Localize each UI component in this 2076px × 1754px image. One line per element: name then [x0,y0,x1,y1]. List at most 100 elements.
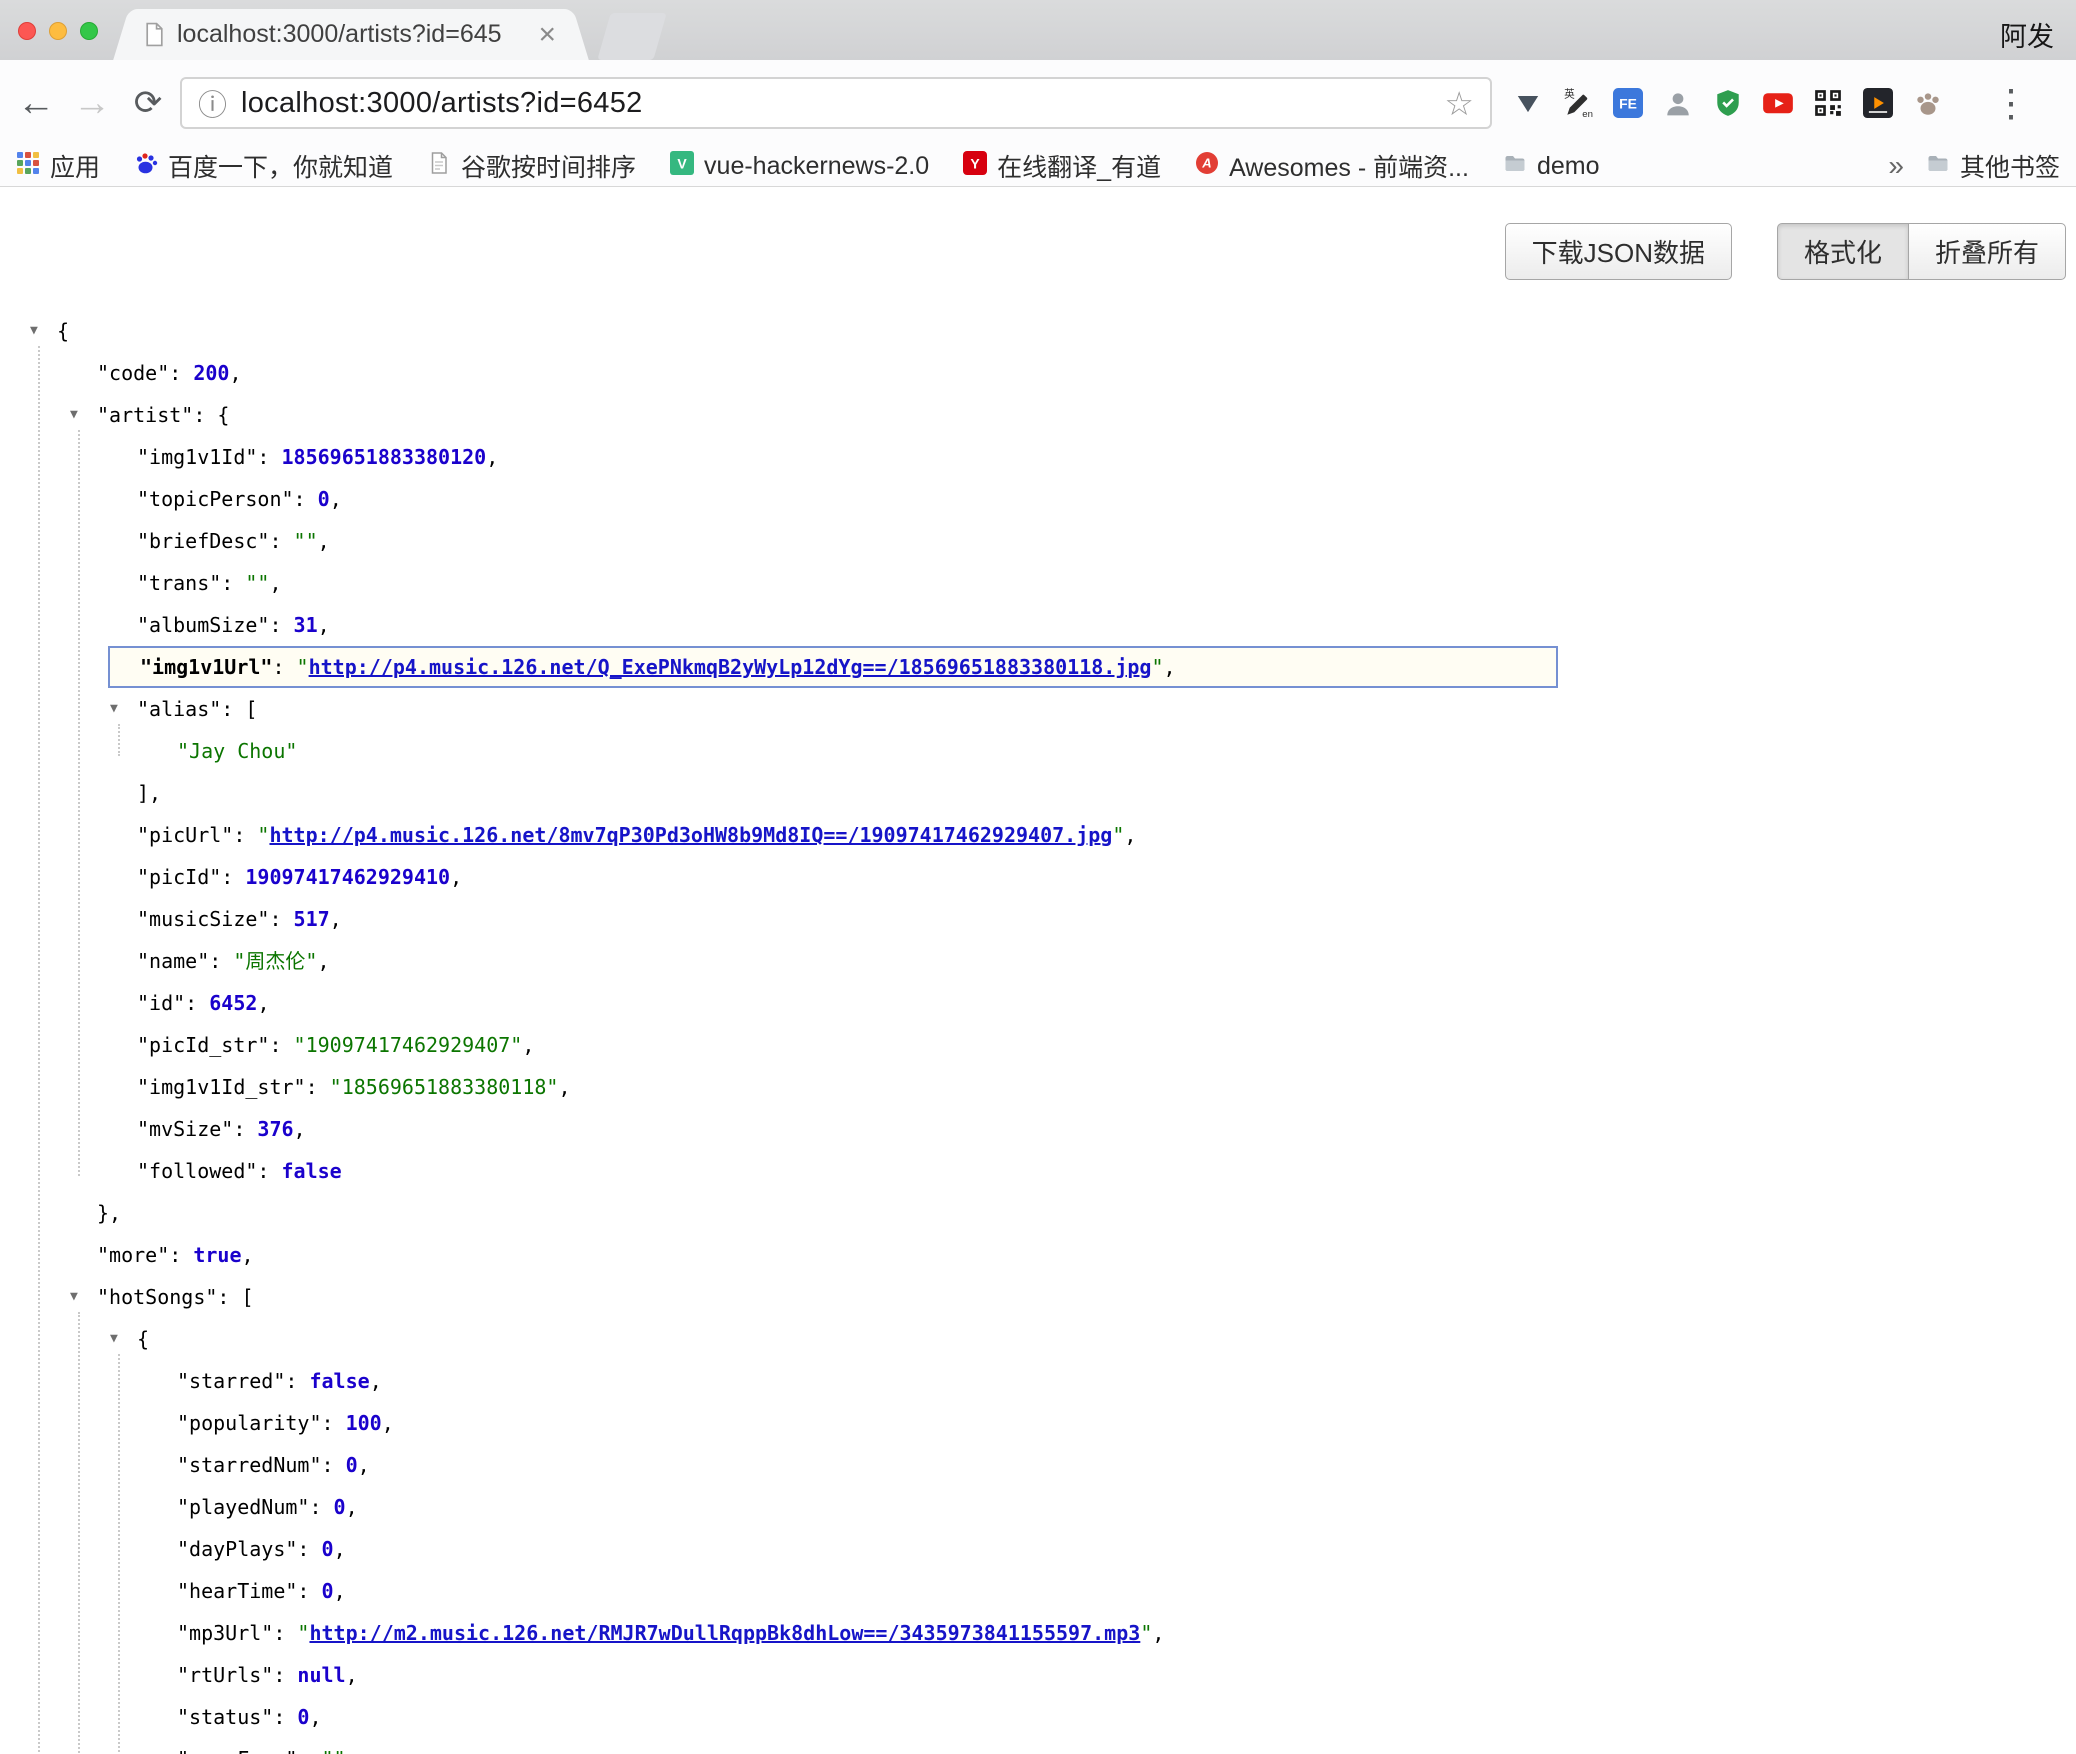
tree-guide-line [78,1312,80,1754]
svg-text:FE: FE [1619,95,1637,111]
json-line: "img1v1Id_str": "18569651883380118", [0,1066,2076,1108]
tab-bar: localhost:3000/artists?id=645 × 阿发 [0,0,2076,60]
collapse-arrow-icon[interactable]: ▼ [70,1276,78,1318]
vue-icon: V [670,151,694,182]
json-line: "picId": 19097417462929410, [0,856,2076,898]
format-button[interactable]: 格式化 [1777,223,1909,280]
json-line: "id": 6452, [0,982,2076,1024]
bookmarks-bar: 应用 百度一下，你就知道 谷歌按时间排序 Vvue-hackernews-2.0 Y在线… [0,146,2076,187]
minimize-window-button[interactable] [49,22,67,40]
json-line: "playedNum": 0, [0,1486,2076,1528]
tree-guide-line [78,430,80,1176]
doc-icon [427,151,451,182]
youtube-extension-icon[interactable] [1756,81,1800,125]
json-line: ▼{ [0,310,2076,352]
other-bookmarks-label: 其他书签 [1960,148,2060,184]
json-line: "mvSize": 376, [0,1108,2076,1150]
bookmarks-overflow-icon[interactable]: » [1888,150,1904,182]
json-line: "code": 200, [0,352,2076,394]
reload-button[interactable]: ⟳ [124,83,172,123]
json-url-link[interactable]: http://p4.music.126.net/Q_ExePNkmqB2yWyL… [309,655,1152,679]
json-line: "copyFrom": "", [0,1738,2076,1754]
svg-text:Y: Y [971,155,981,171]
bookmark-item[interactable]: 百度一下，你就知道 [134,148,393,184]
shield-extension-icon[interactable] [1706,81,1750,125]
json-line: "picUrl": "http://p4.music.126.net/8mv7q… [0,814,2076,856]
profile-name[interactable]: 阿发 [2000,15,2054,54]
json-line: "followed": false [0,1150,2076,1192]
player-extension-icon[interactable] [1856,81,1900,125]
bookmark-item[interactable]: 谷歌按时间排序 [427,148,636,184]
youdao-icon: Y [963,151,987,182]
bookmark-label: demo [1537,152,1600,181]
json-url-link[interactable]: http://p4.music.126.net/8mv7qP30Pd3oHW8b… [269,823,1112,847]
folder-icon [1503,151,1527,182]
awesomes-icon: A [1195,151,1219,182]
json-line: "hearTime": 0, [0,1570,2076,1612]
json-line: "rtUrls": null, [0,1654,2076,1696]
translate-pen-extension-icon[interactable]: 英en [1556,81,1600,125]
new-tab-button[interactable] [597,13,666,60]
bookmark-star-icon[interactable]: ☆ [1444,84,1474,123]
json-line: "musicSize": 517, [0,898,2076,940]
json-controls: 下载JSON数据 格式化 折叠所有 [0,223,2066,280]
json-line: ▼{ [0,1318,2076,1360]
bookmark-item[interactable]: 应用 [16,148,100,184]
back-button[interactable]: ← [12,82,60,125]
browser-window: localhost:3000/artists?id=645 × 阿发 ← → ⟳… [0,0,2076,1754]
json-line: "topicPerson": 0, [0,478,2076,520]
qrcode-extension-icon[interactable] [1806,81,1850,125]
json-line: "briefDesc": "", [0,520,2076,562]
browser-menu-icon[interactable]: ⋮ [1992,81,2028,126]
close-window-button[interactable] [18,22,36,40]
json-line: }, [0,1192,2076,1234]
bookmark-item[interactable]: Y在线翻译_有道 [963,148,1161,184]
bookmark-label: 应用 [50,148,100,184]
json-line-highlighted: "img1v1Url": "http://p4.music.126.net/Q_… [108,646,1558,688]
bookmark-item[interactable]: Vvue-hackernews-2.0 [670,151,929,182]
json-line: "picId_str": "19097417462929407", [0,1024,2076,1066]
tree-guide-line [118,724,120,756]
json-line: "more": true, [0,1234,2076,1276]
zoom-window-button[interactable] [80,22,98,40]
json-line: "img1v1Id": 18569651883380120, [0,436,2076,478]
bookmark-label: 谷歌按时间排序 [461,148,636,184]
folder-icon [1926,151,1950,182]
json-line: "albumSize": 31, [0,604,2076,646]
bookmark-label: Awesomes - 前端资... [1229,148,1469,184]
address-bar[interactable]: ⓘ localhost:3000/artists?id=6452 ☆ [180,77,1492,129]
tree-guide-line [38,346,40,1754]
collapse-all-button[interactable]: 折叠所有 [1908,223,2066,280]
json-line: "popularity": 100, [0,1402,2076,1444]
collapse-arrow-icon[interactable]: ▼ [110,1318,118,1360]
tab-title: localhost:3000/artists?id=645 [177,20,522,49]
svg-text:英: 英 [1564,88,1575,101]
triangle-extension-icon[interactable] [1506,81,1550,125]
fehelper-extension-icon[interactable]: FE [1606,81,1650,125]
bookmark-item[interactable]: A Awesomes - 前端资... [1195,148,1469,184]
json-line: ], [0,772,2076,814]
other-bookmarks-folder[interactable]: 其他书签 [1926,148,2060,184]
tab-close-icon[interactable]: × [534,20,560,50]
profile-extension-icon[interactable] [1656,81,1700,125]
collapse-arrow-icon[interactable]: ▼ [110,688,118,730]
tree-guide-line [118,1354,120,1754]
paw-extension-icon[interactable] [1906,81,1950,125]
window-controls [18,22,98,40]
download-json-button[interactable]: 下载JSON数据 [1505,223,1732,280]
page-icon [144,22,165,47]
format-collapse-group: 格式化 折叠所有 [1778,223,2066,280]
bookmark-item[interactable]: demo [1503,151,1600,182]
collapse-arrow-icon[interactable]: ▼ [70,394,78,436]
bookmark-label: 百度一下，你就知道 [168,148,393,184]
forward-button[interactable]: → [68,82,116,125]
json-line: ▼"artist": { [0,394,2076,436]
url-text[interactable]: localhost:3000/artists?id=6452 [241,87,1430,120]
apps-icon [16,151,40,182]
active-tab[interactable]: localhost:3000/artists?id=645 × [134,9,568,60]
json-tree: ▼{"code": 200,▼"artist": {"img1v1Id": 18… [0,310,2076,1754]
collapse-arrow-icon[interactable]: ▼ [30,310,38,352]
json-url-link[interactable]: http://m2.music.126.net/RMJR7wDullRqppBk… [309,1621,1140,1645]
bookmark-label: vue-hackernews-2.0 [704,152,929,181]
page-info-icon[interactable]: ⓘ [198,82,227,124]
